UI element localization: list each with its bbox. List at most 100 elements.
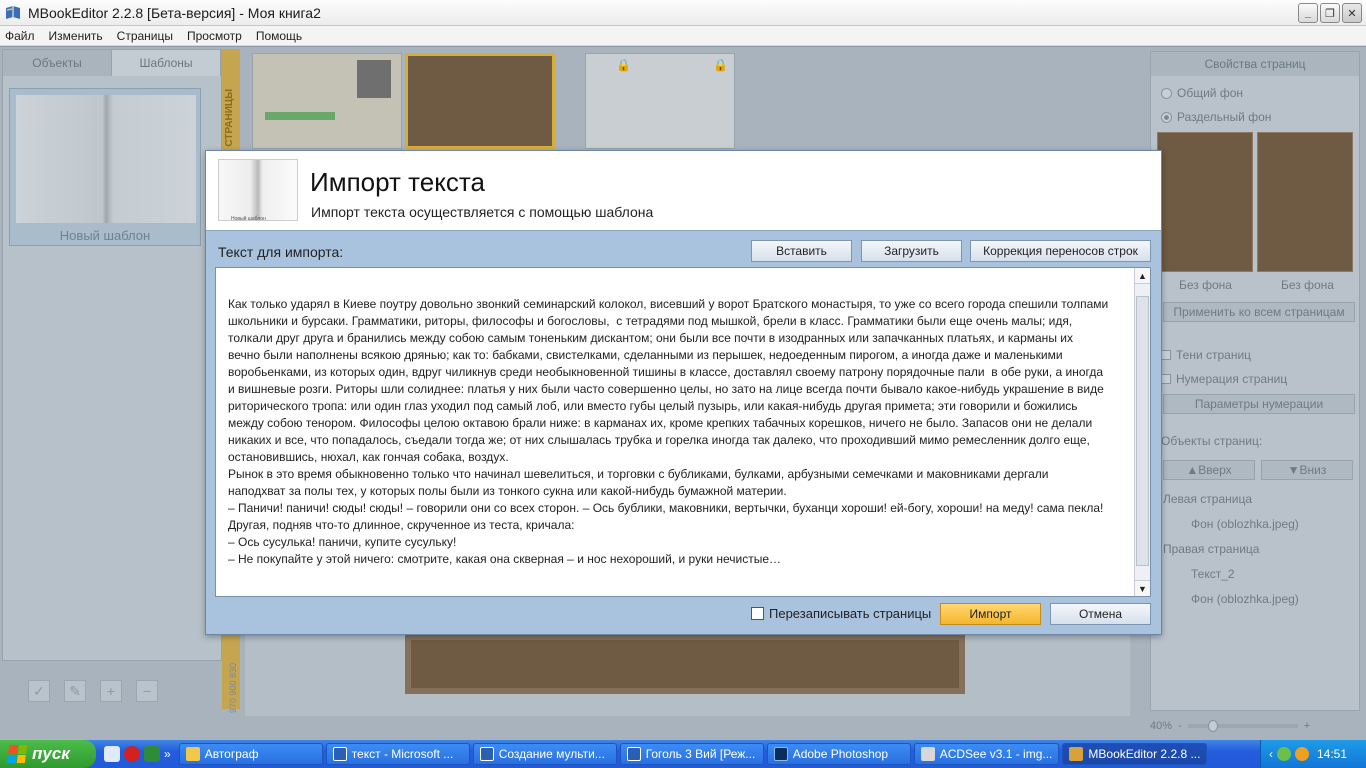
right-bg-thumbnail[interactable] xyxy=(1257,132,1353,272)
photo-placeholder xyxy=(357,60,391,98)
taskbar-item[interactable]: Adobe Photoshop xyxy=(766,743,911,765)
left-panel: Объекты Шаблоны Новый шаблон xyxy=(2,49,222,661)
left-bg-thumbnail[interactable] xyxy=(1157,132,1253,272)
explorer-icon[interactable] xyxy=(104,746,120,762)
tree-left-page[interactable]: Левая страница xyxy=(1163,492,1252,506)
taskbar: пуск » Автограф текст - Microsoft ... Со… xyxy=(0,740,1366,768)
task-label: ACDSee v3.1 - img... xyxy=(939,747,1053,761)
zoom-knob[interactable] xyxy=(1207,720,1218,732)
checkbox-label: Тени страниц xyxy=(1176,348,1252,362)
taskbar-item[interactable]: текст - Microsoft ... xyxy=(325,743,470,765)
lock-icon: 🔒 xyxy=(713,58,728,72)
tree-right-text[interactable]: Текст_2 xyxy=(1191,567,1235,581)
panel-header: Свойства страниц xyxy=(1151,52,1359,76)
menu-file[interactable]: Файл xyxy=(5,29,35,43)
checkbox-icon xyxy=(1161,374,1171,384)
remove-icon[interactable]: − xyxy=(136,680,158,702)
import-text-area[interactable]: Как только ударял в Киеве поутру довольн… xyxy=(215,267,1151,597)
zoom-slider[interactable] xyxy=(1187,720,1298,732)
page-thumb[interactable] xyxy=(252,53,402,149)
system-tray: ‹ 14:51 xyxy=(1260,740,1366,768)
scroll-thumb[interactable] xyxy=(1136,296,1149,566)
thumb-caption: Новый шаблон xyxy=(231,216,266,222)
menu-bar: Файл Изменить Страницы Просмотр Помощь xyxy=(0,26,1366,46)
task-label: Автограф xyxy=(204,747,259,761)
tray-collapse-icon[interactable]: ‹ xyxy=(1269,747,1273,761)
menu-help[interactable]: Помощь xyxy=(256,29,302,43)
edit-icon[interactable]: ✎ xyxy=(64,680,86,702)
load-button[interactable]: Загрузить xyxy=(861,240,962,262)
lock-icon: 🔒 xyxy=(616,58,631,72)
up-label: Вверх xyxy=(1198,463,1232,477)
task-label: Гоголь 3 Вий [Реж... xyxy=(645,747,756,761)
app-shortcut-icon[interactable] xyxy=(144,746,160,762)
tab-templates[interactable]: Шаблоны xyxy=(112,50,221,76)
menu-view[interactable]: Просмотр xyxy=(187,29,242,43)
window-title: MBookEditor 2.2.8 [Бета-версия] - Моя кн… xyxy=(28,4,321,21)
pages-side-label: СТРАНИЦЫ xyxy=(224,89,235,147)
title-bar: MBookEditor 2.2.8 [Бета-версия] - Моя кн… xyxy=(0,0,1366,26)
taskbar-item[interactable]: Создание мульти... xyxy=(472,743,617,765)
acdsee-icon xyxy=(920,747,935,761)
tree-left-bg[interactable]: Фон (oblozhka.jpeg) xyxy=(1191,517,1299,531)
page-properties-panel: Свойства страниц Общий фон Раздельный фо… xyxy=(1150,51,1360,711)
cancel-button[interactable]: Отмена xyxy=(1050,603,1151,625)
apply-all-button[interactable]: Применить ко всем страницам xyxy=(1163,302,1355,322)
no-bg-right[interactable]: Без фона xyxy=(1281,278,1334,292)
radio-common-bg[interactable]: Общий фон xyxy=(1161,86,1243,100)
close-button[interactable]: ✕ xyxy=(1342,3,1362,23)
network-icon[interactable] xyxy=(1277,747,1291,761)
taskbar-item[interactable]: ACDSee v3.1 - img... xyxy=(913,743,1060,765)
dialog-header: Новый шаблон Импорт текста Импорт текста… xyxy=(206,151,1161,231)
zoom-out-button[interactable]: - xyxy=(1178,720,1182,732)
maximize-button[interactable]: ❐ xyxy=(1320,3,1340,23)
opera-icon[interactable] xyxy=(124,746,140,762)
photoshop-icon xyxy=(773,747,788,761)
task-label: текст - Microsoft ... xyxy=(351,747,454,761)
apply-icon[interactable]: ✓ xyxy=(28,680,50,702)
checkbox-label: Нумерация страниц xyxy=(1176,372,1288,386)
fix-line-breaks-button[interactable]: Коррекция переносов строк xyxy=(970,240,1151,262)
menu-pages[interactable]: Страницы xyxy=(117,29,173,43)
windows-logo-icon xyxy=(6,745,28,763)
scroll-down-icon[interactable]: ▼ xyxy=(1135,580,1150,596)
overwrite-label: Перезаписывать страницы xyxy=(769,606,932,621)
taskbar-item-active[interactable]: MBookEditor 2.2.8 ... xyxy=(1062,743,1208,765)
move-down-button[interactable]: ▼ Вниз xyxy=(1261,460,1353,480)
minimize-button[interactable]: _ xyxy=(1298,3,1318,23)
page-thumb-locked[interactable]: 🔒 🔒 xyxy=(585,53,735,149)
taskbar-item[interactable]: Гоголь 3 Вий [Реж... xyxy=(619,743,764,765)
template-thumbnail[interactable]: Новый шаблон xyxy=(9,88,201,246)
start-button[interactable]: пуск xyxy=(0,740,96,768)
tab-objects[interactable]: Объекты xyxy=(3,50,112,76)
checkbox-icon[interactable] xyxy=(751,607,764,620)
book-spread[interactable] xyxy=(405,634,965,694)
tree-right-bg[interactable]: Фон (oblozhka.jpeg) xyxy=(1191,592,1299,606)
app-icon xyxy=(6,5,20,19)
tree-right-page[interactable]: Правая страница xyxy=(1163,542,1259,556)
chevron-right-icon[interactable]: » xyxy=(164,747,171,761)
zoom-in-button[interactable]: + xyxy=(1304,720,1310,732)
page-thumb-selected[interactable] xyxy=(405,53,555,149)
text-label: Текст для импорта: xyxy=(218,244,344,260)
update-icon[interactable] xyxy=(1295,747,1309,761)
import-button[interactable]: Импорт xyxy=(940,603,1041,625)
numbering-checkbox[interactable]: Нумерация страниц xyxy=(1161,372,1287,386)
vertical-scrollbar[interactable]: ▲ ▼ xyxy=(1134,268,1150,596)
dialog-title: Импорт текста xyxy=(310,167,485,197)
taskbar-item[interactable]: Автограф xyxy=(178,743,323,765)
menu-edit[interactable]: Изменить xyxy=(49,29,103,43)
shadows-checkbox[interactable]: Тени страниц xyxy=(1161,348,1251,362)
numbering-params-button[interactable]: Параметры нумерации xyxy=(1163,394,1355,414)
radio-split-bg[interactable]: Раздельный фон xyxy=(1161,110,1271,124)
template-preview xyxy=(16,95,196,223)
add-icon[interactable]: + xyxy=(100,680,122,702)
folder-icon xyxy=(185,747,200,761)
no-bg-left[interactable]: Без фона xyxy=(1179,278,1232,292)
paste-button[interactable]: Вставить xyxy=(751,240,852,262)
move-up-button[interactable]: ▲ Вверх xyxy=(1163,460,1255,480)
scroll-up-icon[interactable]: ▲ xyxy=(1135,268,1150,284)
start-label: пуск xyxy=(32,744,70,763)
ruler: 970 900 830 xyxy=(228,662,238,713)
overwrite-checkbox[interactable]: Перезаписывать страницы xyxy=(751,606,931,621)
